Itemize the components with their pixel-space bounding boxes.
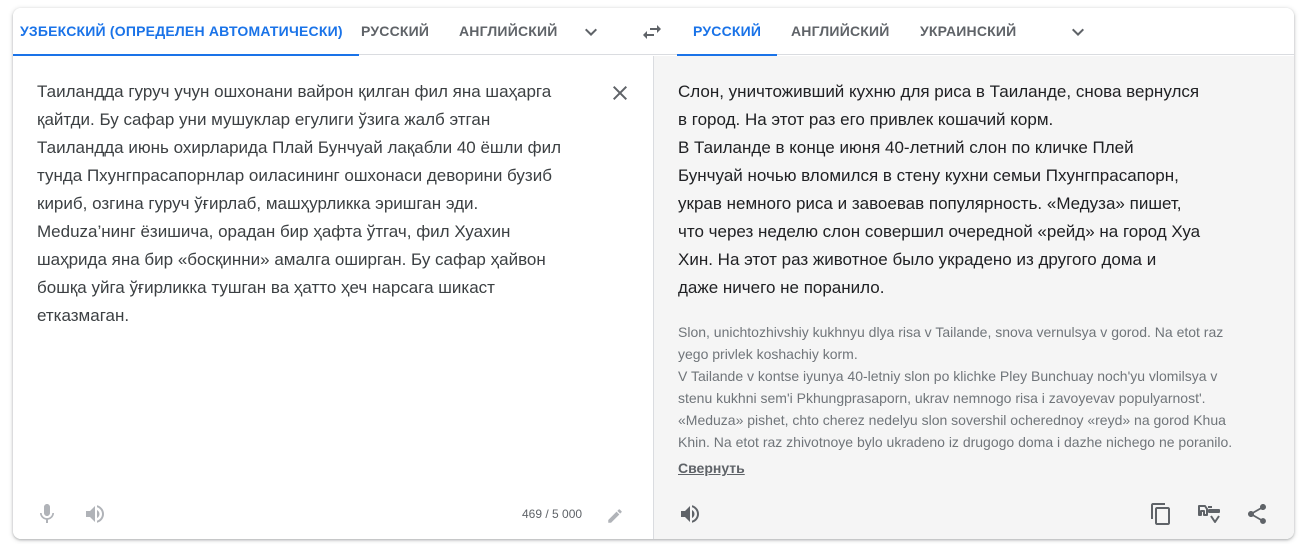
source-more-languages-button[interactable]: [579, 20, 603, 44]
tab-source-russian[interactable]: РУССКИЙ: [361, 8, 429, 55]
clear-source-button[interactable]: [607, 80, 633, 106]
tab-target-ukrainian[interactable]: УКРАИНСКИЙ: [920, 8, 1016, 55]
pencil-icon: [608, 509, 622, 523]
listen-source-button[interactable]: [83, 502, 107, 526]
chevron-down-icon: [585, 28, 597, 36]
microphone-icon: [40, 504, 54, 523]
share-icon: [1248, 504, 1266, 524]
copy-icon: [1151, 503, 1170, 525]
share-translation-button[interactable]: [1245, 502, 1269, 526]
chevron-down-icon: [1072, 28, 1084, 36]
close-icon: [613, 86, 627, 100]
tab-target-russian[interactable]: РУССКИЙ: [677, 8, 778, 56]
tab-source-english[interactable]: АНГЛИЙСКИЙ: [459, 8, 558, 55]
collapse-transliteration-link[interactable]: Свернуть: [678, 460, 745, 476]
tab-target-english[interactable]: АНГЛИЙСКИЙ: [791, 8, 890, 55]
listen-translation-button[interactable]: [678, 502, 702, 526]
rate-translation-button[interactable]: [1197, 502, 1223, 526]
swap-languages-button[interactable]: [639, 20, 665, 44]
source-textarea[interactable]: Таиландда гуруч учун ошхонани вайрон қил…: [37, 78, 597, 330]
rate-icon: [1198, 505, 1220, 523]
speaker-icon: [681, 505, 699, 523]
language-bar: УЗБЕКСКИЙ (ОПРЕДЕЛЕН АВТОМАТИЧЕСКИ) РУСС…: [13, 8, 1294, 56]
target-pane: Слон, уничтоживший кухню для риса в Таил…: [653, 56, 1294, 539]
source-pane: Таиландда гуруч учун ошхонани вайрон қил…: [13, 56, 653, 539]
character-count: 469 / 5 000: [522, 507, 583, 521]
speaker-icon: [86, 505, 104, 523]
swap-icon: [643, 25, 661, 39]
translate-card: УЗБЕКСКИЙ (ОПРЕДЕЛЕН АВТОМАТИЧЕСКИ) РУСС…: [13, 8, 1294, 539]
tab-source-detected[interactable]: УЗБЕКСКИЙ (ОПРЕДЕЛЕН АВТОМАТИЧЕСКИ): [13, 8, 359, 56]
edit-button[interactable]: [605, 506, 625, 526]
copy-translation-button[interactable]: [1149, 502, 1173, 526]
transliteration: Slon, unichtozhivshiy kukhnyu dlya risa …: [678, 324, 1233, 450]
voice-input-button[interactable]: [35, 502, 59, 526]
translation-output: Слон, уничтоживший кухню для риса в Таил…: [678, 82, 1201, 297]
target-more-languages-button[interactable]: [1066, 20, 1090, 44]
